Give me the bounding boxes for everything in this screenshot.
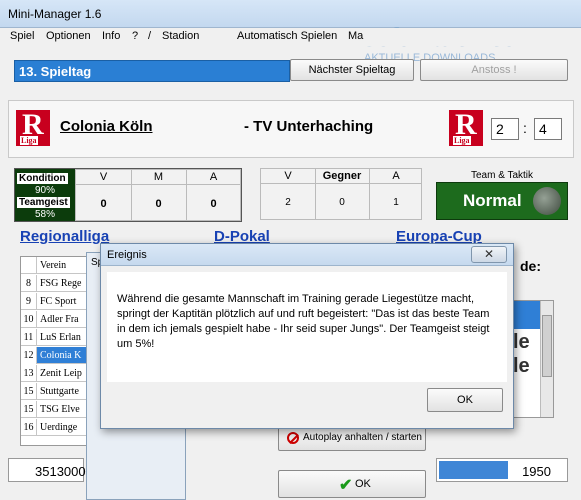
opp-header-gegner: Gegner <box>322 170 362 182</box>
dialog-ok-button[interactable]: OK <box>427 388 503 412</box>
event-dialog: Ereignis ✕ Während die gesamte Mannschaf… <box>100 243 514 429</box>
own-header-m: M <box>153 171 164 183</box>
table-row[interactable]: 16 Uerdinge <box>21 419 91 436</box>
table-row[interactable]: 9 FC Sport <box>21 293 91 310</box>
team-tactic-panel: Team & Taktik Normal <box>436 168 568 220</box>
money-value: 3513000 <box>35 464 86 479</box>
kickoff-button[interactable]: Anstoss ! <box>420 59 568 81</box>
home-team-name[interactable]: Colonia Köln <box>60 118 153 135</box>
table-row[interactable]: 15 Stuttgarte <box>21 383 91 400</box>
listbox-scrollbar[interactable] <box>540 301 553 417</box>
spieltag-label: 13. Spieltag <box>19 64 92 79</box>
money-display: 3513000 <box>8 458 86 482</box>
close-icon[interactable]: ✕ <box>471 246 507 263</box>
section-regionalliga[interactable]: Regionalliga <box>20 228 109 245</box>
own-header-v: V <box>99 171 108 183</box>
progress-fill <box>439 461 508 479</box>
home-team-logo: R Liga <box>16 108 50 146</box>
ok-button-bottom[interactable]: ✔ OK <box>278 470 426 498</box>
opp-header-a: A <box>392 170 400 182</box>
menu-bar: Spiel Optionen Info ? / Stadion Automati… <box>0 28 581 46</box>
teamgeist-value: 58% <box>34 209 55 220</box>
spieltag-banner: 13. Spieltag <box>14 60 290 82</box>
scrollbar-thumb[interactable] <box>542 315 552 377</box>
menu-help[interactable]: ? <box>132 30 138 42</box>
next-matchday-button[interactable]: Nächster Spieltag <box>290 59 414 81</box>
score-separator: : <box>523 120 527 136</box>
menu-manager[interactable]: Ma <box>348 30 363 42</box>
tactic-button[interactable]: Normal <box>436 182 568 220</box>
table-row[interactable]: 10 Adler Fra <box>21 311 91 328</box>
table-row-selected[interactable]: 12 Colonia K <box>21 347 91 364</box>
listbox-text-2: le <box>513 355 530 377</box>
own-value-v: 0 <box>100 198 107 210</box>
kondition-label: Kondition <box>17 173 68 184</box>
own-stat-grid: V M A 0 0 0 <box>75 169 241 221</box>
menu-stadion[interactable]: Stadion <box>162 30 199 42</box>
stop-icon <box>287 432 299 444</box>
own-value-m: 0 <box>155 198 162 210</box>
progress-value: 1950 <box>522 464 551 479</box>
team-stats-panel: Kondition 90% Teamgeist 58% V M A 0 0 0 <box>14 168 242 222</box>
dialog-ok-label: OK <box>457 394 473 406</box>
menu-separator: / <box>148 30 152 42</box>
teamgeist-label: Teamgeist <box>17 197 70 208</box>
progress-display: 1950 <box>436 458 568 482</box>
menu-spiel[interactable]: Spiel <box>10 30 34 42</box>
table-row[interactable]: 8 FSG Rege <box>21 275 91 292</box>
menu-info[interactable]: Info <box>102 30 120 42</box>
dialog-body: Während die gesamte Mannschaft im Traini… <box>107 272 507 382</box>
opp-value-v: 2 <box>285 197 291 208</box>
table-row[interactable]: 15 TSG Elve <box>21 401 91 418</box>
tactic-value: Normal <box>463 191 522 210</box>
table-row[interactable]: 13 Zenit Leip <box>21 365 91 382</box>
team-tactic-label: Team & Taktik <box>470 170 534 181</box>
own-header-a: A <box>209 171 218 183</box>
opponent-stat-grid: V Gegner A 2 0 1 <box>260 168 422 220</box>
opp-value-gegner: 0 <box>339 197 345 208</box>
table-row[interactable]: 11 LuS Erlan <box>21 329 91 346</box>
football-icon <box>533 187 561 215</box>
right-panel-label: de: <box>520 258 541 274</box>
menu-optionen[interactable]: Optionen <box>46 30 91 42</box>
dialog-title: Ereignis <box>107 249 147 261</box>
dialog-titlebar: Ereignis ✕ <box>101 244 513 266</box>
menu-automatisch-spielen[interactable]: Automatisch Spielen <box>237 30 337 42</box>
away-team-logo: R Liga <box>449 108 483 146</box>
opp-value-a: 1 <box>393 197 399 208</box>
table-header: Verein <box>21 257 91 274</box>
ok-label: OK <box>355 478 371 490</box>
away-team-name: - TV Unterhaching <box>244 118 374 135</box>
dialog-message: Während die gesamte Mannschaft im Traini… <box>117 293 490 350</box>
listbox-text-1: le <box>513 331 530 353</box>
kondition-value: 90% <box>34 185 55 196</box>
away-score: 4 <box>534 118 562 140</box>
checkmark-icon: ✔ <box>339 477 353 494</box>
own-value-a: 0 <box>210 198 217 210</box>
opp-header-v: V <box>284 170 292 182</box>
league-table: Verein 8 FSG Rege 9 FC Sport 10 Adler Fra 1… <box>20 256 92 446</box>
autoplay-label: Autoplay anhalten / starten <box>303 432 422 443</box>
window-title: Mini-Manager 1.6 <box>8 7 102 21</box>
home-score: 2 <box>491 118 519 140</box>
